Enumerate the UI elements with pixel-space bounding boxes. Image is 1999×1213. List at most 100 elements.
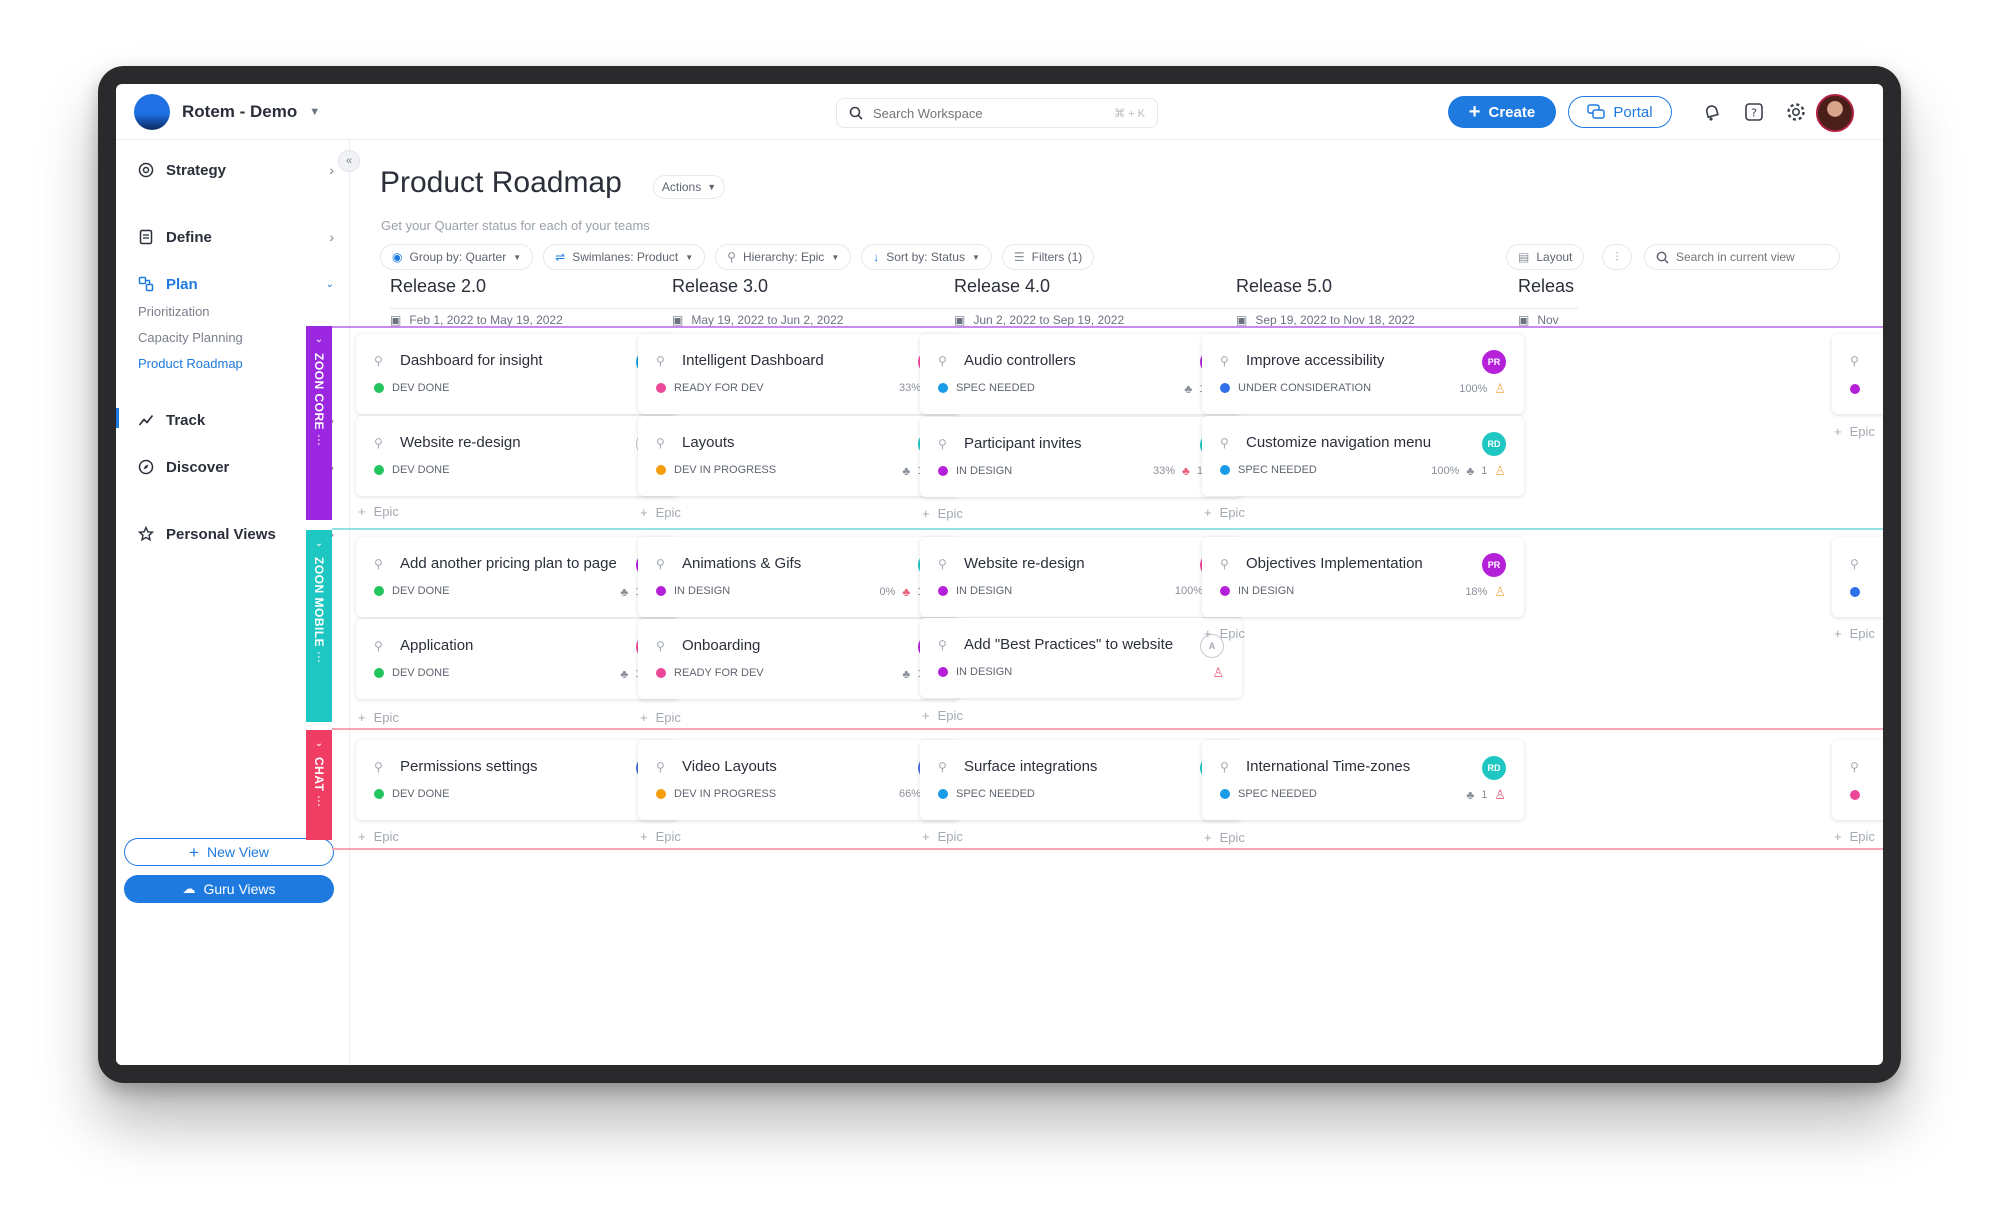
layout-button[interactable]: ▤ Layout: [1506, 244, 1585, 270]
adjust-button[interactable]: ⫶: [1602, 244, 1632, 270]
ribbon-icon: ♙: [1212, 665, 1224, 680]
filters-button[interactable]: ☰ Filters (1): [1001, 244, 1095, 270]
view-search[interactable]: [1644, 244, 1840, 270]
workspace-search[interactable]: ⌘ + K: [836, 98, 1158, 128]
sidebar-subitem-capacity-planning[interactable]: Capacity Planning: [138, 330, 243, 345]
add-epic-button[interactable]: + Epic: [1204, 505, 1245, 520]
ribbon-icon: ♙: [1494, 463, 1506, 478]
lane-zoon-mobile[interactable]: ⌄ ZOON MOBILE ⋯: [306, 530, 332, 722]
sidebar-item-strategy[interactable]: Strategy ›: [138, 158, 334, 182]
add-epic-button[interactable]: + Epic: [922, 829, 963, 844]
epic-status: SPEC NEEDED: [1220, 788, 1317, 800]
lane-chat[interactable]: ⌄ CHAT ⋯: [306, 730, 332, 840]
help-icon[interactable]: ?: [1742, 100, 1766, 124]
workspace-switcher[interactable]: Rotem - Demo ▼: [134, 94, 320, 130]
portal-button[interactable]: Portal: [1568, 96, 1672, 128]
owner-avatar[interactable]: RD: [1482, 432, 1506, 456]
epic-icon: ⚲: [1850, 760, 1859, 774]
epic-card[interactable]: ⚲ Video Layouts QA DEV IN PROGRESS 66%!: [638, 740, 960, 820]
add-epic-button[interactable]: + Epic: [1834, 829, 1875, 844]
progress-percent: 66%: [898, 788, 921, 800]
create-button[interactable]: + Create: [1448, 96, 1556, 128]
sort-dropdown[interactable]: ↓ Sort by: Status ▼: [861, 244, 992, 270]
hierarchy-label: Hierarchy: Epic: [742, 250, 825, 264]
add-epic-button[interactable]: + Epic: [922, 708, 963, 723]
view-search-input[interactable]: [1676, 250, 1826, 264]
status-dot: [374, 465, 384, 475]
epic-card-partial[interactable]: ⚲: [1832, 334, 1883, 414]
epic-card[interactable]: ⚲ Permissions settings QA DEV DONE ♙: [356, 740, 678, 820]
epic-card[interactable]: ⚲ Customize navigation menu RD SPEC NEED…: [1202, 416, 1524, 496]
add-epic-button[interactable]: + Epic: [640, 505, 681, 520]
chevron-down-icon: ⌄: [314, 738, 324, 749]
gear-icon[interactable]: [1784, 100, 1808, 124]
owner-avatar[interactable]: PR: [1482, 350, 1506, 374]
status-label: SPEC NEEDED: [956, 382, 1035, 394]
sidebar-item-plan[interactable]: Plan ⌄: [138, 272, 334, 296]
notifications-icon[interactable]: [1700, 100, 1724, 124]
release-date-range: Sep 19, 2022 to Nov 18, 2022: [1255, 313, 1415, 327]
add-epic-label: Epic: [937, 506, 963, 521]
status-dot: [656, 789, 666, 799]
guru-views-button[interactable]: ☁ Guru Views: [124, 875, 334, 903]
epic-card[interactable]: ⚲ Intelligent Dashboard UX READY FOR DEV…: [638, 334, 960, 414]
epic-card[interactable]: ⚲ Audio controllers PR SPEC NEEDED ♣1♙: [920, 334, 1242, 414]
add-epic-button[interactable]: + Epic: [1834, 424, 1875, 439]
add-epic-button[interactable]: + Epic: [358, 504, 399, 519]
add-epic-button[interactable]: + Epic: [1204, 626, 1245, 641]
epic-card[interactable]: ⚲ Add another pricing plan to page PR DE…: [356, 537, 678, 617]
epic-card[interactable]: ⚲ Onboarding PR READY FOR DEV ♣1♙: [638, 619, 960, 699]
release-divider: [390, 308, 720, 309]
swimlanes-dropdown[interactable]: ⇌ Swimlanes: Product ▼: [543, 244, 706, 270]
search-input[interactable]: [873, 105, 1105, 121]
group-by-dropdown[interactable]: ◉ Group by: Quarter ▼: [380, 244, 534, 270]
lane-zoon-core[interactable]: ⌄ ZOON CORE ⋯: [306, 326, 332, 520]
actions-dropdown[interactable]: Actions ▼: [653, 175, 725, 199]
epic-card-partial[interactable]: ⚲: [1832, 537, 1883, 617]
sidebar-item-define[interactable]: Define ›: [138, 225, 334, 249]
epic-card[interactable]: ⚲ Animations & Gifs RD IN DESIGN 0%♣1♙: [638, 537, 960, 617]
epic-card[interactable]: ⚲ Objectives Implementation PR IN DESIGN…: [1202, 537, 1524, 617]
plus-icon: +: [922, 708, 930, 723]
epic-card[interactable]: ⚲ International Time-zones RD SPEC NEEDE…: [1202, 740, 1524, 820]
new-view-button[interactable]: + New View: [124, 838, 334, 866]
plus-icon: +: [1468, 101, 1481, 123]
epic-card-partial[interactable]: ⚲: [1832, 740, 1883, 820]
hierarchy-dropdown[interactable]: ⚲ Hierarchy: Epic ▼: [715, 244, 852, 270]
sidebar-subitem-prioritization[interactable]: Prioritization: [138, 304, 210, 319]
add-epic-button[interactable]: + Epic: [358, 710, 399, 725]
plus-icon: +: [358, 710, 366, 725]
collapse-sidebar-button[interactable]: «: [338, 150, 360, 172]
sidebar-item-track[interactable]: Track ›: [138, 408, 334, 432]
epic-card[interactable]: ⚲ Website re-design UX IN DESIGN 100%!: [920, 537, 1242, 617]
epic-icon: ⚲: [374, 639, 383, 653]
strategy-icon: [138, 162, 154, 178]
add-epic-button[interactable]: + Epic: [1834, 626, 1875, 641]
sidebar-subitem-product-roadmap[interactable]: Product Roadmap: [138, 356, 243, 371]
status-label: DEV DONE: [392, 464, 450, 476]
add-epic-button[interactable]: + Epic: [358, 829, 399, 844]
epic-status: DEV DONE: [374, 382, 449, 394]
team-icon: ♣: [902, 585, 911, 599]
epic-card[interactable]: ⚲ Improve accessibility PR UNDER CONSIDE…: [1202, 334, 1524, 414]
epic-card[interactable]: ⚲ Dashboard for insight AM DEV DONE ♙: [356, 334, 678, 414]
add-epic-label: Epic: [937, 708, 963, 723]
epic-card[interactable]: ⚲ Surface integrations RD SPEC NEEDED ♙: [920, 740, 1242, 820]
epic-card[interactable]: ⚲ Participant invites RD IN DESIGN 33%♣1…: [920, 417, 1242, 497]
add-epic-button[interactable]: + Epic: [640, 829, 681, 844]
add-epic-button[interactable]: + Epic: [922, 506, 963, 521]
add-epic-button[interactable]: + Epic: [1204, 830, 1245, 845]
epic-card[interactable]: ⚲ Application UX DEV DONE ♣1♙: [356, 619, 678, 699]
status-label: IN DESIGN: [674, 585, 731, 597]
user-avatar[interactable]: [1816, 94, 1854, 132]
sidebar-item-personal-views[interactable]: Personal Views ›: [138, 522, 334, 546]
epic-card[interactable]: ⚲ Add "Best Practices" to website A IN D…: [920, 618, 1242, 698]
epic-icon: ⚲: [374, 557, 383, 571]
sidebar-item-discover[interactable]: Discover ›: [138, 455, 334, 479]
team-icon: ♣: [902, 464, 911, 478]
epic-card[interactable]: ⚲ Website re-design A DEV DONE ♙: [356, 416, 678, 496]
owner-avatar[interactable]: PR: [1482, 553, 1506, 577]
epic-card[interactable]: ⚲ Layouts RD DEV IN PROGRESS ♣1♙: [638, 416, 960, 496]
owner-avatar[interactable]: RD: [1482, 756, 1506, 780]
add-epic-button[interactable]: + Epic: [640, 710, 681, 725]
